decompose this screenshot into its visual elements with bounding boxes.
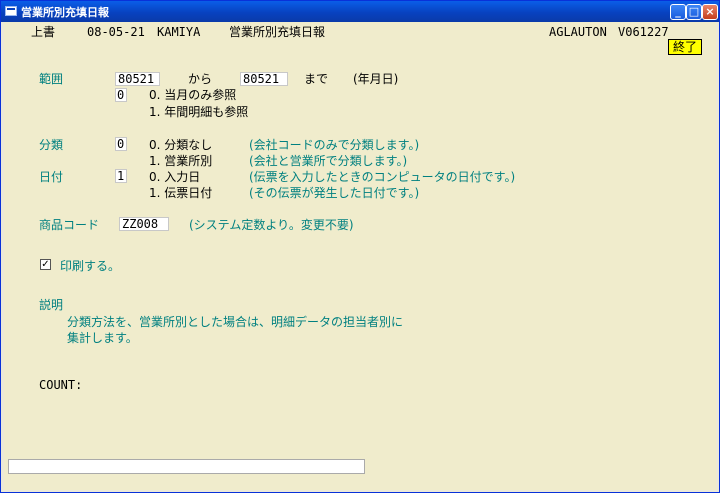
report-title: 営業所別充填日報 (229, 25, 326, 39)
range-to-field[interactable]: 80521 (240, 72, 288, 86)
classification-option0-note: (会社コードのみで分類します。) (249, 138, 420, 152)
date-type-field[interactable]: 1 (115, 169, 127, 183)
client-area: 上書 08-05-21 KAMIYA 営業所別充填日報 AGLAUTON V06… (4, 22, 716, 490)
print-checkbox[interactable]: ✓ (40, 259, 51, 270)
range-option-field[interactable]: 0 (115, 88, 127, 102)
date-type-option0: 0. 入力日 (149, 170, 201, 184)
header-date: 08-05-21 (87, 25, 145, 39)
maximize-button[interactable]: □ (686, 4, 702, 20)
description-label: 説明 (39, 298, 64, 312)
date-type-option1: 1. 伝票日付 (149, 186, 213, 200)
app-window: 営業所別充填日報 _ □ × 上書 08-05-21 KAMIYA 営業所別充填… (0, 0, 720, 493)
mode-label: 上書 (31, 25, 56, 39)
title-bar[interactable]: 営業所別充填日報 _ □ × (1, 1, 719, 22)
range-option1: 1. 年間明細も参照 (149, 105, 249, 119)
range-unit: (年月日) (353, 72, 399, 86)
classification-field[interactable]: 0 (115, 137, 127, 151)
classification-option1: 1. 営業所別 (149, 154, 213, 168)
product-code-note: (システム定数より。変更不要) (189, 218, 354, 232)
window-title: 営業所別充填日報 (21, 6, 109, 19)
product-code-field[interactable]: ZZ008 (119, 217, 169, 231)
count-label: COUNT: (39, 378, 83, 392)
status-bar (8, 459, 365, 474)
range-from-word: から (188, 72, 213, 86)
exit-button[interactable]: 終了 (668, 39, 702, 55)
classification-option0: 0. 分類なし (149, 138, 213, 152)
range-to-word: まで (304, 72, 329, 86)
range-from-field[interactable]: 80521 (115, 72, 160, 86)
range-option0: 0. 当月のみ参照 (149, 88, 237, 102)
close-button[interactable]: × (702, 4, 718, 20)
header-user: KAMIYA (157, 25, 201, 39)
print-label[interactable]: 印刷する。 (60, 259, 120, 273)
product-code-label: 商品コード (39, 218, 100, 232)
classification-label: 分類 (39, 138, 64, 152)
range-label: 範囲 (39, 72, 64, 86)
program-name: AGLAUTON (549, 25, 607, 39)
date-type-option0-note: (伝票を入力したときのコンピュータの日付です。) (249, 170, 516, 184)
description-line1: 分類方法を、営業所別とした場合は、明細データの担当者別に (67, 315, 404, 329)
classification-option1-note: (会社と営業所で分類します。) (249, 154, 408, 168)
minimize-button[interactable]: _ (670, 4, 686, 20)
description-line2: 集計します。 (67, 331, 138, 345)
version-label: V061227 (618, 25, 669, 39)
date-type-label: 日付 (39, 170, 64, 184)
app-icon (5, 6, 17, 16)
date-type-option1-note: (その伝票が発生した日付です。) (249, 186, 420, 200)
